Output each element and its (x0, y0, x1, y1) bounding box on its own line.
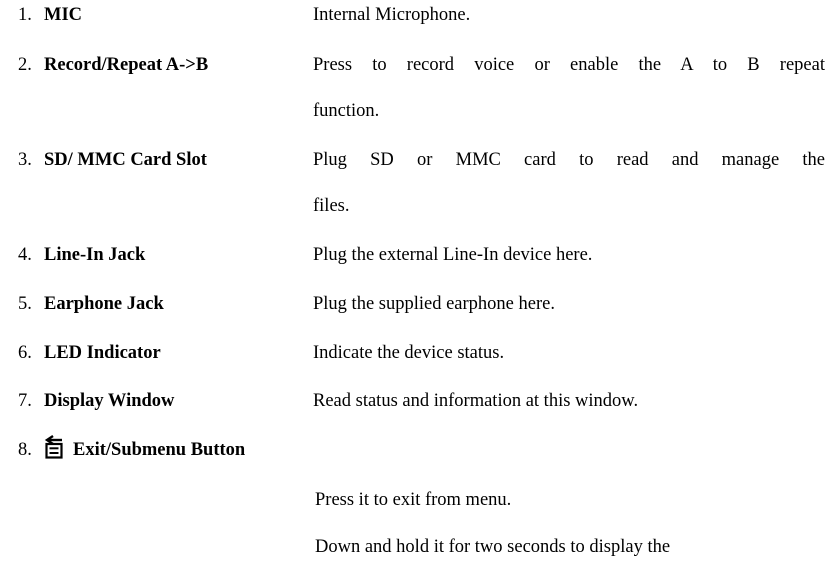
item-5-description: Plug the supplied earphone here. (313, 294, 555, 314)
item-3-description-line-2: files. (313, 196, 350, 216)
item-8-term: Exit/Submenu Button (73, 440, 246, 460)
item-3-number: 3. (18, 150, 32, 170)
item-2-number: 2. (18, 55, 32, 75)
item-6-term: LED Indicator (44, 343, 161, 363)
item-6-description: Indicate the device status. (313, 343, 505, 363)
item-5-number: 5. (18, 294, 32, 314)
item-1-term: MIC (44, 5, 83, 25)
item-7-description: Read status and information at this wind… (313, 391, 639, 411)
item-4-term: Line-In Jack (44, 245, 146, 265)
item-3-term: SD/ MMC Card Slot (44, 150, 207, 170)
item-7-number: 7. (18, 391, 32, 411)
item-6-number: 6. (18, 343, 32, 363)
item-8-description-line-1: Press it to exit from menu. (315, 490, 512, 510)
manual-page: 1. MIC Internal Microphone. 2. Record/Re… (0, 0, 837, 561)
item-4-description: Plug the external Line-In device here. (313, 245, 593, 265)
item-8-description-line-2: Down and hold it for two seconds to disp… (315, 537, 671, 557)
item-3-description-line-1: Plug SD or MMC card to read and manage t… (313, 150, 825, 170)
exit-submenu-icon (43, 435, 65, 459)
item-5-term: Earphone Jack (44, 294, 164, 314)
item-7-term: Display Window (44, 391, 175, 411)
item-2-description-line-1: Press to record voice or enable the A to… (313, 55, 825, 75)
item-4-number: 4. (18, 245, 32, 265)
item-2-term: Record/Repeat A->B (44, 55, 209, 75)
item-2-description-line-2: function. (313, 101, 380, 121)
item-1-description: Internal Microphone. (313, 5, 471, 25)
item-8-number: 8. (18, 440, 32, 460)
item-1-number: 1. (18, 5, 32, 25)
